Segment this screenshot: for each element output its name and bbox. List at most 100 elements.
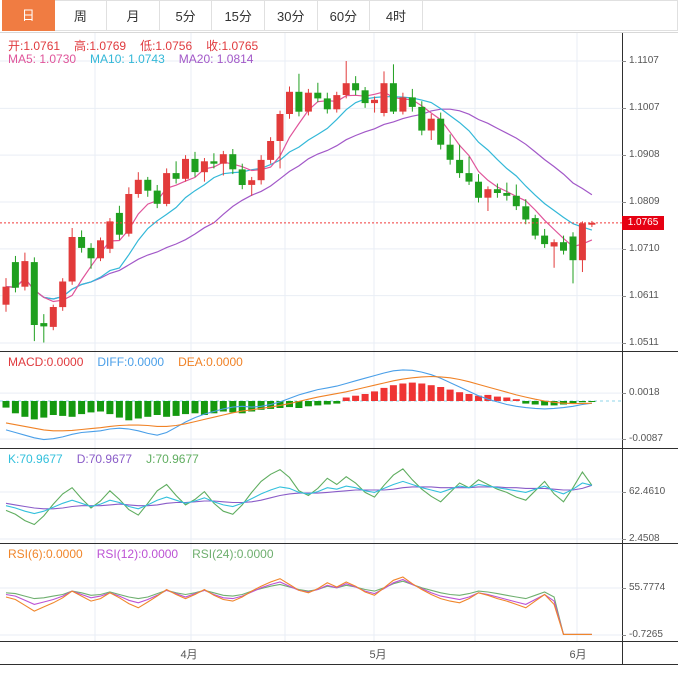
candle-body [267, 141, 275, 160]
axis-tick [622, 393, 626, 394]
macd-histogram-bar [115, 401, 123, 418]
macd-kdj-separator [0, 448, 678, 449]
macd-histogram-bar [446, 389, 454, 401]
candle-body [219, 154, 227, 164]
macd-histogram-bar [531, 401, 539, 405]
macd-histogram-bar [437, 387, 445, 401]
candle-body [342, 83, 350, 95]
candle-body [380, 83, 388, 113]
macd-histogram-bar [134, 401, 142, 419]
month-label: 4月 [180, 649, 198, 661]
candle-body [352, 83, 360, 91]
macd-histogram-bar [40, 401, 48, 418]
candle-body [503, 193, 511, 196]
candle-body [49, 307, 57, 327]
ma5-line [5, 91, 593, 303]
tabbar-bottom-border [0, 32, 678, 33]
candle-body [200, 161, 208, 173]
price-axis-border [622, 33, 623, 665]
axis-tick [622, 588, 626, 589]
macd-histogram-bar [456, 392, 464, 401]
month-label: 6月 [569, 649, 587, 661]
macd-histogram-bar [503, 397, 511, 401]
axis-tick [622, 202, 626, 203]
candle-body [550, 242, 558, 247]
rsi-xaxis-separator [0, 641, 678, 642]
rsi-indicator-pane[interactable] [0, 544, 622, 641]
candle-body [541, 235, 549, 245]
tabbar-filler [422, 0, 678, 31]
candle-body [522, 206, 530, 220]
candle-body [182, 158, 189, 179]
candle-body [153, 190, 161, 204]
candle-body [125, 194, 133, 234]
kdj-indicator-pane[interactable] [0, 449, 622, 543]
candle-body [446, 144, 454, 160]
candle-body [493, 189, 501, 193]
axis-tick [622, 343, 626, 344]
axis-label: 1.1007 [629, 102, 660, 113]
macd-histogram-bar [125, 401, 133, 421]
candle-body [163, 173, 171, 204]
candle-body [456, 159, 464, 174]
candle-body [21, 261, 29, 287]
tab-4hour[interactable]: 4时 [370, 0, 423, 31]
candle-body [11, 262, 19, 288]
axis-label: 1.0511 [629, 337, 659, 348]
candle-body [78, 237, 86, 248]
k-line [5, 480, 593, 515]
macd-histogram-bar [427, 385, 435, 401]
macd-indicator-pane[interactable] [0, 352, 622, 448]
bottom-border [0, 664, 678, 665]
macd-histogram-bar [49, 401, 57, 415]
macd-histogram-bar [68, 401, 76, 417]
candle-body [276, 114, 284, 141]
candle-body [484, 189, 492, 198]
macd-histogram-bar [493, 396, 501, 401]
tab-month[interactable]: 月 [107, 0, 160, 31]
candle-body [97, 240, 104, 259]
macd-histogram-bar [323, 401, 331, 405]
candle-body [371, 99, 378, 104]
tab-15min[interactable]: 15分 [212, 0, 265, 31]
candle-body [437, 118, 445, 145]
candle-body [361, 90, 369, 104]
candle-body [115, 212, 123, 235]
macd-histogram-bar [97, 401, 104, 412]
macd-histogram-bar [2, 401, 10, 408]
tab-30min[interactable]: 30分 [264, 0, 318, 31]
axis-label: 1.1107 [629, 55, 659, 66]
tab-day[interactable]: 日 [2, 0, 55, 31]
candle-body [304, 92, 312, 112]
trading-chart-app: 日 周 月 5分 15分 30分 60分 4时 开:1.0761 高:1.076… [0, 0, 678, 674]
candle-body [2, 286, 10, 305]
tab-60min[interactable]: 60分 [317, 0, 371, 31]
macd-histogram-bar [78, 401, 86, 415]
axis-tick [622, 61, 626, 62]
axis-label: 62.4610 [629, 486, 666, 497]
tab-week[interactable]: 周 [54, 0, 108, 31]
candle-body [569, 236, 577, 261]
macd-histogram-bar [182, 401, 189, 415]
candle-body [560, 242, 567, 251]
candle-body [531, 218, 539, 236]
candle-body [40, 323, 48, 327]
macd-histogram-bar [314, 401, 322, 406]
axis-tick [622, 539, 626, 540]
axis-label: 0.0018 [629, 387, 660, 398]
timeframe-tabbar: 日 周 月 5分 15分 30分 60分 4时 [0, 0, 678, 31]
macd-histogram-bar [172, 401, 180, 416]
j-line [5, 468, 593, 526]
price-candlestick-pane[interactable] [0, 33, 622, 352]
macd-histogram-bar [144, 401, 152, 417]
candle-body [465, 173, 473, 182]
macd-histogram-bar [399, 383, 407, 401]
candle-body [399, 97, 407, 112]
candle-body [333, 95, 341, 110]
macd-histogram-bar [389, 385, 397, 401]
macd-histogram-bar [380, 387, 388, 401]
macd-histogram-bar [342, 397, 350, 401]
candle-body [248, 180, 256, 185]
tab-5min[interactable]: 5分 [159, 0, 213, 31]
axis-label: 1.0710 [629, 243, 660, 254]
